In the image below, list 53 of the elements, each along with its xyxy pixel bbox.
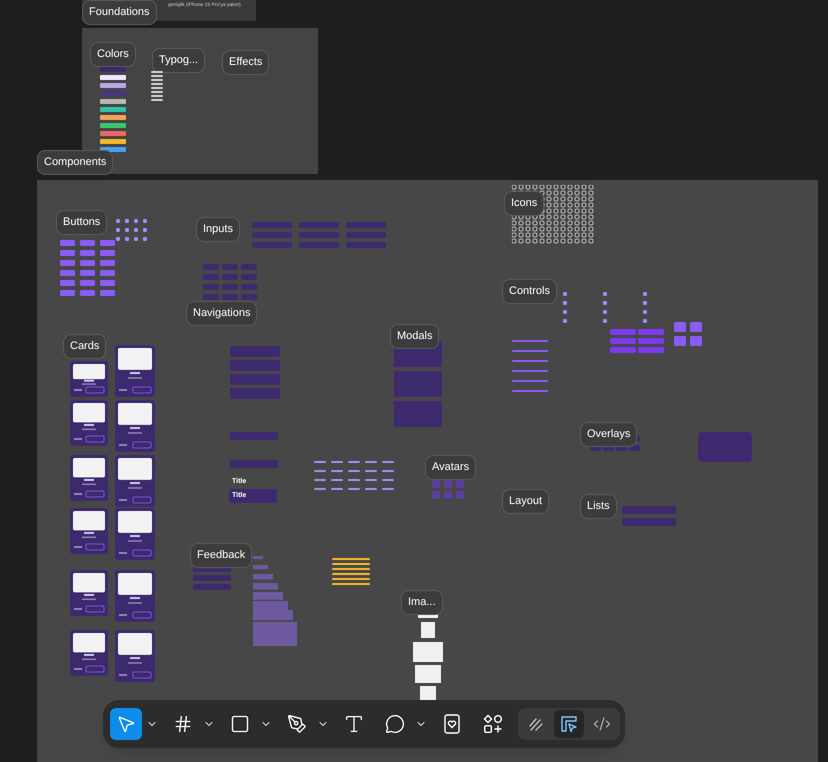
section-label: Effects bbox=[222, 50, 270, 74]
type-scale-drawing bbox=[151, 71, 164, 102]
section-label: Buttons bbox=[56, 210, 108, 234]
card-drawing bbox=[70, 508, 108, 554]
pointer-icon bbox=[116, 714, 136, 734]
lists-drawing bbox=[622, 506, 677, 527]
section-label: Layout bbox=[502, 489, 550, 514]
section-label: Overlays bbox=[580, 422, 638, 446]
section-label: Inputs bbox=[196, 217, 240, 242]
section-label: Colors bbox=[90, 42, 136, 66]
section-label: Controls bbox=[502, 279, 557, 304]
card-drawing bbox=[115, 400, 155, 452]
card-drawing bbox=[70, 630, 108, 676]
card-drawing bbox=[70, 455, 108, 501]
text-icon bbox=[343, 713, 365, 735]
feedback-drawing bbox=[332, 558, 371, 586]
code-icon bbox=[593, 715, 611, 733]
pen-icon bbox=[287, 714, 307, 734]
card-drawing bbox=[115, 508, 155, 560]
section-label: Icons bbox=[504, 191, 544, 216]
mode-button[interactable] bbox=[554, 710, 584, 738]
section-label: Cards bbox=[63, 334, 106, 358]
card-drawing bbox=[115, 345, 155, 397]
card-drawing bbox=[70, 400, 108, 446]
card-drawing bbox=[115, 630, 155, 682]
comment-icon bbox=[385, 714, 405, 734]
overlay-drawing bbox=[698, 432, 752, 462]
navigation-bars-drawing bbox=[230, 432, 279, 469]
avatars-drawing bbox=[432, 480, 465, 500]
section-label: Avatars bbox=[425, 455, 476, 480]
card-drawing bbox=[70, 570, 108, 616]
controls-drawing bbox=[610, 329, 665, 354]
section-label: Modals bbox=[390, 324, 440, 348]
section-label: Ima... bbox=[401, 590, 443, 614]
section-label: Feedback bbox=[190, 543, 252, 568]
card-drawing bbox=[115, 455, 155, 507]
controls-drawing bbox=[674, 322, 703, 347]
feedback-drawing bbox=[193, 566, 232, 591]
section-label: Components bbox=[37, 150, 114, 174]
rectangle-icon bbox=[230, 714, 250, 734]
section-label: Foundations bbox=[82, 0, 157, 24]
ruler-pointer-icon bbox=[560, 715, 578, 733]
section-label: Typog... bbox=[152, 48, 206, 72]
frame-icon bbox=[173, 714, 193, 734]
section-label: Navigations bbox=[186, 301, 258, 326]
navigation-bars-drawing bbox=[230, 346, 281, 400]
tool-button[interactable] bbox=[110, 708, 142, 740]
section-label: Lists bbox=[580, 494, 617, 518]
inputs-drawing bbox=[203, 264, 258, 301]
controls-drawing bbox=[512, 340, 549, 393]
card-drawing bbox=[115, 570, 155, 622]
card-drawing bbox=[70, 361, 108, 397]
shapes-plus-icon bbox=[483, 714, 503, 734]
